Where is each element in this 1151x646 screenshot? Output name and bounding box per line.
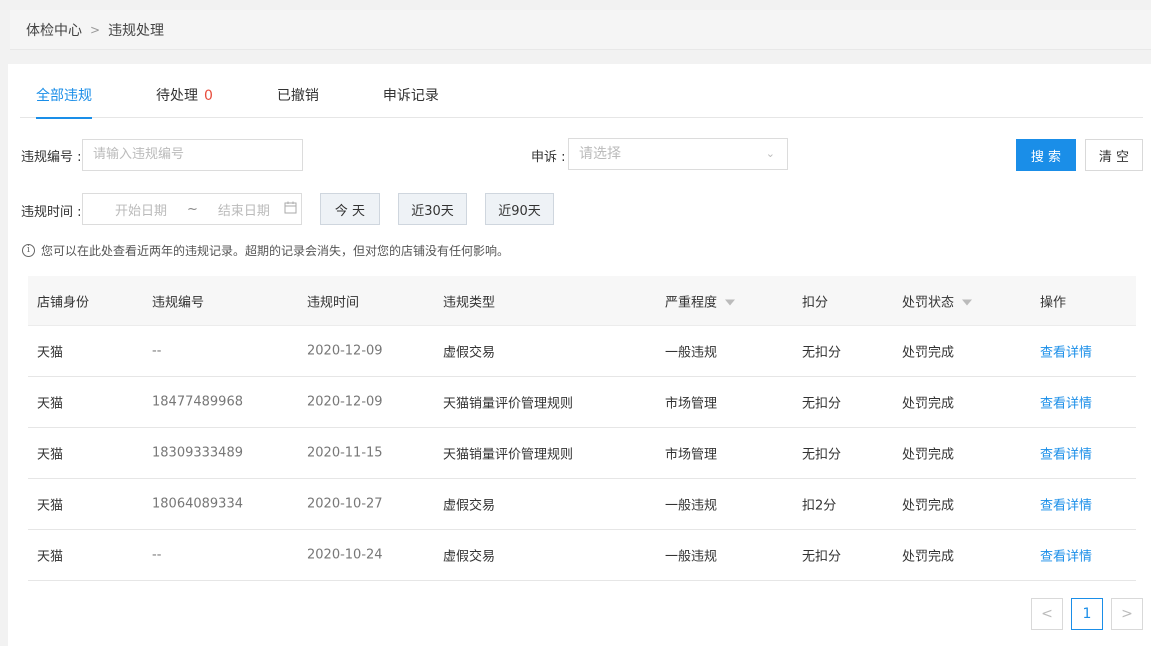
violation-time-label: 违规时间 : xyxy=(21,205,82,220)
tab-all-violations[interactable]: 全部违规 xyxy=(36,76,92,119)
table-row: 天猫 18309333489 2020-11-15 天猫销量评价管理规则 市场管… xyxy=(28,428,1136,479)
cell-status: 处罚完成 xyxy=(902,396,955,412)
pagination-prev-button[interactable]: < xyxy=(1031,598,1063,630)
appeal-select-value: 请选择 xyxy=(579,146,621,162)
cell-violation-no: -- xyxy=(152,547,162,563)
view-details-link[interactable]: 查看详情 xyxy=(1040,444,1092,463)
cell-violation-no: 18309333489 xyxy=(152,445,243,461)
cell-points: 扣2分 xyxy=(802,498,837,514)
info-icon: i xyxy=(22,244,35,257)
header-violation-time: 违规时间 xyxy=(307,295,360,310)
header-status: 处罚状态 xyxy=(902,291,973,310)
cell-violation-type: 虚假交易 xyxy=(443,498,496,514)
header-action: 操作 xyxy=(1040,295,1067,310)
cell-violation-type: 天猫销量评价管理规则 xyxy=(443,396,574,412)
tab-label: 待处理 xyxy=(156,88,198,104)
table-row: 天猫 18064089334 2020-10-27 虚假交易 一般违规 扣2分 … xyxy=(28,479,1136,530)
view-details-link[interactable]: 查看详情 xyxy=(1040,393,1092,412)
breadcrumb-current: 违规处理 xyxy=(108,22,165,39)
header-violation-type: 违规类型 xyxy=(443,295,496,310)
cell-status: 处罚完成 xyxy=(902,498,955,514)
cell-violation-no: -- xyxy=(152,343,162,359)
cell-severity: 市场管理 xyxy=(665,447,718,463)
quick-90-days-button[interactable]: 近90天 xyxy=(485,193,554,225)
pending-count-badge: 0 xyxy=(204,88,213,104)
breadcrumb: 体检中心 > 违规处理 xyxy=(10,10,1151,50)
end-date-input[interactable]: 结束日期 xyxy=(218,200,270,219)
breadcrumb-separator: > xyxy=(90,22,101,37)
filter-icon[interactable] xyxy=(725,299,736,306)
table-row: 天猫 -- 2020-10-24 虚假交易 一般违规 无扣分 处罚完成 查看详情 xyxy=(28,530,1136,581)
start-date-input[interactable]: 开始日期 xyxy=(115,200,167,219)
tab-label: 全部违规 xyxy=(36,88,92,104)
cell-shop: 天猫 xyxy=(37,549,64,565)
cell-violation-no: 18064089334 xyxy=(152,496,243,512)
cell-severity: 一般违规 xyxy=(665,498,718,514)
cell-violation-type: 虚假交易 xyxy=(443,345,496,361)
search-button[interactable]: 搜 索 xyxy=(1016,139,1076,171)
date-range-picker[interactable]: 开始日期 ~ 结束日期 xyxy=(82,193,302,225)
filter-icon[interactable] xyxy=(962,299,973,306)
cell-violation-time: 2020-12-09 xyxy=(307,394,383,410)
cell-points: 无扣分 xyxy=(802,396,842,412)
header-severity-label: 严重程度 xyxy=(665,295,718,310)
notice-text: 您可以在此处查看近两年的违规记录。超期的记录会消失，但对您的店铺没有任何影响。 xyxy=(41,244,510,258)
cell-violation-type: 虚假交易 xyxy=(443,549,496,565)
cell-shop: 天猫 xyxy=(37,447,64,463)
view-details-link[interactable]: 查看详情 xyxy=(1040,495,1092,514)
cell-status: 处罚完成 xyxy=(902,447,955,463)
quick-today-button[interactable]: 今 天 xyxy=(320,193,380,225)
cell-shop: 天猫 xyxy=(37,345,64,361)
cell-severity: 一般违规 xyxy=(665,549,718,565)
pagination-page-1[interactable]: 1 xyxy=(1071,598,1103,630)
appeal-label: 申诉 : xyxy=(531,150,566,165)
quick-30-days-button[interactable]: 近30天 xyxy=(398,193,467,225)
cell-points: 无扣分 xyxy=(802,549,842,565)
header-shop: 店铺身份 xyxy=(37,295,90,310)
cell-violation-time: 2020-10-27 xyxy=(307,496,383,512)
range-separator: ~ xyxy=(187,201,198,217)
view-details-link[interactable]: 查看详情 xyxy=(1040,342,1092,361)
main-panel: 全部违规 待处理 0 已撤销 申诉记录 违规编号 : 请输入违规编号 申诉 : 请… xyxy=(8,64,1151,646)
cell-severity: 市场管理 xyxy=(665,396,718,412)
tab-revoked[interactable]: 已撤销 xyxy=(277,76,319,118)
chevron-down-icon: ⌄ xyxy=(765,147,775,160)
violation-no-label: 违规编号 : xyxy=(21,150,82,165)
tab-appeal-records[interactable]: 申诉记录 xyxy=(383,76,439,118)
cell-points: 无扣分 xyxy=(802,447,842,463)
notice-bar: i 您可以在此处查看近两年的违规记录。超期的记录会消失，但对您的店铺没有任何影响… xyxy=(22,242,509,259)
tab-label: 申诉记录 xyxy=(382,88,439,104)
tab-label: 已撤销 xyxy=(276,88,319,104)
clear-button[interactable]: 清 空 xyxy=(1085,139,1143,171)
breadcrumb-root[interactable]: 体检中心 xyxy=(26,20,82,40)
violation-no-input[interactable]: 请输入违规编号 xyxy=(82,139,303,171)
tab-pending[interactable]: 待处理 0 xyxy=(156,76,213,118)
view-details-link[interactable]: 查看详情 xyxy=(1040,546,1092,565)
cell-shop: 天猫 xyxy=(37,396,64,412)
cell-severity: 一般违规 xyxy=(665,345,718,361)
calendar-icon xyxy=(284,201,297,218)
header-status-label: 处罚状态 xyxy=(902,295,955,310)
appeal-select[interactable]: 请选择 ⌄ xyxy=(568,138,788,170)
violations-table: 店铺身份 违规编号 违规时间 违规类型 严重程度 扣分 处罚状态 操作 天猫 -… xyxy=(28,276,1136,581)
cell-shop: 天猫 xyxy=(37,498,64,514)
cell-violation-type: 天猫销量评价管理规则 xyxy=(443,447,574,463)
cell-violation-no: 18477489968 xyxy=(152,394,243,410)
table-row: 天猫 -- 2020-12-09 虚假交易 一般违规 无扣分 处罚完成 查看详情 xyxy=(28,326,1136,377)
cell-status: 处罚完成 xyxy=(902,549,955,565)
header-severity: 严重程度 xyxy=(665,291,736,310)
tab-bar: 全部违规 待处理 0 已撤销 申诉记录 xyxy=(20,76,1143,119)
table-row: 天猫 18477489968 2020-12-09 天猫销量评价管理规则 市场管… xyxy=(28,377,1136,428)
header-points: 扣分 xyxy=(802,295,829,310)
table-header: 店铺身份 违规编号 违规时间 违规类型 严重程度 扣分 处罚状态 操作 xyxy=(28,276,1136,326)
cell-violation-time: 2020-10-24 xyxy=(307,547,383,563)
cell-violation-time: 2020-11-15 xyxy=(307,445,383,461)
header-violation-no: 违规编号 xyxy=(152,295,205,310)
cell-status: 处罚完成 xyxy=(902,345,955,361)
cell-points: 无扣分 xyxy=(802,345,842,361)
cell-violation-time: 2020-12-09 xyxy=(307,343,383,359)
pagination-next-button[interactable]: > xyxy=(1111,598,1143,630)
